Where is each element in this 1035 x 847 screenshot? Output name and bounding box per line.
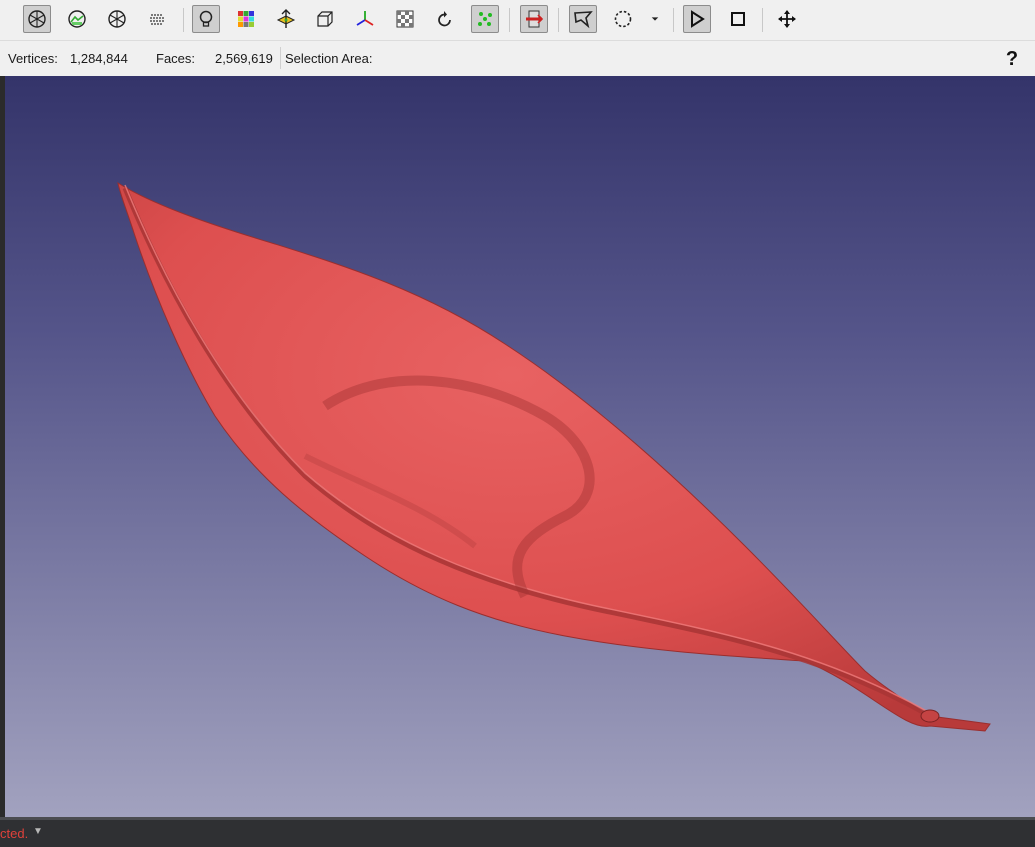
light-button[interactable] bbox=[192, 5, 220, 33]
3d-viewport[interactable] bbox=[5, 76, 1035, 817]
points-render-icon bbox=[28, 10, 46, 28]
toolbar-separator bbox=[762, 8, 763, 32]
dropdown-arrow-icon bbox=[651, 17, 659, 21]
play-button[interactable] bbox=[683, 5, 711, 33]
rotate-button[interactable] bbox=[431, 5, 459, 33]
select-mode-dropdown[interactable] bbox=[645, 5, 665, 33]
bounding-box-button[interactable] bbox=[311, 5, 339, 33]
status-dropdown-icon[interactable]: ▼ bbox=[33, 826, 43, 837]
status-message: cted. bbox=[0, 826, 29, 841]
mesh-render bbox=[117, 181, 991, 732]
color-grid-button[interactable] bbox=[232, 5, 260, 33]
lasso-select-button[interactable] bbox=[569, 5, 597, 33]
info-separator bbox=[280, 47, 281, 69]
flat-render-icon bbox=[108, 10, 126, 28]
leaf-mesh bbox=[117, 181, 991, 732]
stop-button[interactable] bbox=[724, 5, 752, 33]
select-faces-button[interactable] bbox=[520, 5, 548, 33]
circle-select-button[interactable] bbox=[609, 5, 637, 33]
wireframe-render-icon bbox=[68, 10, 86, 28]
vertices-label: Vertices: bbox=[8, 51, 58, 66]
toolbar-separator bbox=[558, 8, 559, 32]
texture-icon bbox=[396, 10, 414, 28]
select-vertices-button[interactable] bbox=[471, 5, 499, 33]
faces-count: 2,569,619 bbox=[215, 51, 273, 66]
toolbar-separator bbox=[183, 8, 184, 32]
move-icon bbox=[778, 10, 796, 28]
stop-icon bbox=[731, 12, 745, 26]
play-icon bbox=[691, 10, 705, 28]
select-vertices-icon bbox=[478, 12, 492, 26]
circle-select-icon bbox=[614, 10, 632, 28]
flat-render-button[interactable] bbox=[103, 5, 131, 33]
layers-icon bbox=[276, 9, 296, 28]
toolbar-separator bbox=[673, 8, 674, 32]
light-bulb-icon bbox=[199, 10, 213, 27]
layers-button[interactable] bbox=[272, 5, 300, 33]
help-button[interactable]: ? bbox=[998, 45, 1026, 73]
toolbar bbox=[0, 0, 1035, 41]
dots-render-icon bbox=[150, 14, 164, 25]
texture-button[interactable] bbox=[391, 5, 419, 33]
color-grid-icon bbox=[238, 11, 254, 27]
move-button[interactable] bbox=[773, 5, 801, 33]
leaf-stem-knot bbox=[920, 709, 940, 723]
rotate-icon bbox=[438, 11, 451, 27]
bounding-box-icon bbox=[317, 11, 333, 27]
wireframe-render-button[interactable] bbox=[63, 5, 91, 33]
axis-icon bbox=[356, 11, 374, 26]
points-render-button[interactable] bbox=[23, 5, 51, 33]
mesh-info-bar: Vertices: 1,284,844 Faces: 2,569,619 Sel… bbox=[0, 41, 1035, 76]
dots-render-button[interactable] bbox=[143, 5, 171, 33]
lasso-select-icon bbox=[574, 11, 593, 29]
select-faces-icon bbox=[526, 10, 544, 28]
status-bar: cted. ▼ bbox=[0, 817, 1035, 847]
axis-button[interactable] bbox=[351, 5, 379, 33]
selection-area-label: Selection Area: bbox=[285, 51, 373, 66]
faces-label: Faces: bbox=[156, 51, 196, 66]
vertices-count: 1,284,844 bbox=[70, 51, 128, 66]
toolbar-separator bbox=[509, 8, 510, 32]
